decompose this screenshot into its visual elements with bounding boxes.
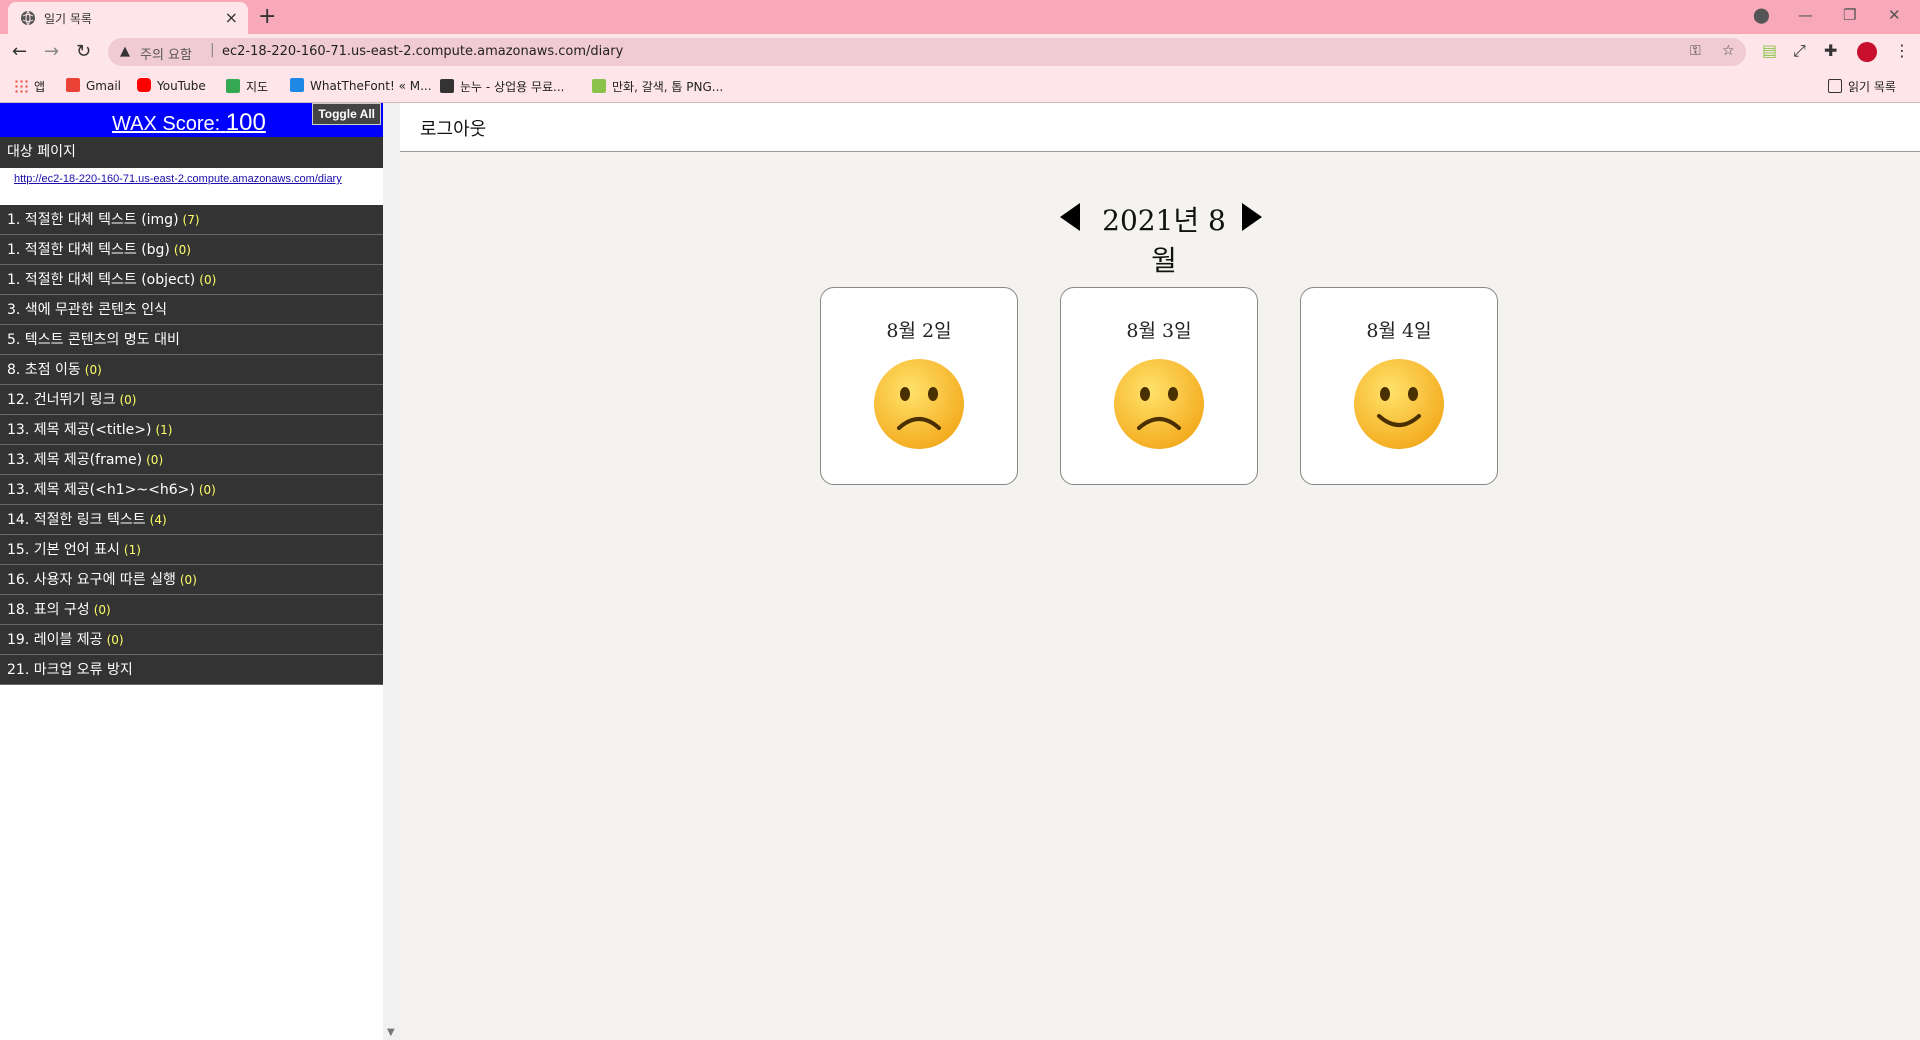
wax-item-frame[interactable]: 13. 제목 제공(frame) (0) (0, 445, 383, 475)
page-header: 로그아웃 (400, 103, 1920, 152)
diary-entry-card[interactable]: 8월 4일 (1300, 287, 1498, 485)
wax-item-table[interactable]: 18. 표의 구성 (0) (0, 595, 383, 625)
diary-page: 로그아웃 2021년 8월 8월 2일 8월 3일 8월 4일 (400, 103, 1920, 1040)
logout-link[interactable]: 로그아웃 (420, 115, 486, 141)
puzzle-icon[interactable]: ✚ (1824, 41, 1837, 60)
wax-score-link[interactable]: WAX Score: 100 (112, 109, 266, 137)
month-navigation: 2021년 8월 (400, 199, 1920, 277)
url-separator: | (210, 42, 215, 58)
back-icon[interactable]: ← (12, 41, 27, 62)
warning-icon[interactable]: ▲ (120, 44, 130, 59)
minimize-icon[interactable]: — (1798, 6, 1813, 24)
sad-face-icon (1114, 359, 1204, 449)
bookmark-whatthefont[interactable]: WhatTheFont! « M... (290, 78, 432, 93)
avatar[interactable] (1857, 42, 1877, 62)
address-bar[interactable]: ▲ 주의 요함 | ec2-18-220-160-71.us-east-2.co… (108, 38, 1746, 66)
wax-item-user-action[interactable]: 16. 사용자 요구에 따른 실행 (0) (0, 565, 383, 595)
tab-title: 일기 목록 (44, 12, 92, 26)
wax-item-img-alt[interactable]: 1. 적절한 대체 텍스트 (img) (7) (0, 205, 383, 235)
extension-icon[interactable]: ▤ (1762, 41, 1777, 60)
tab-close-icon[interactable]: × (225, 8, 238, 27)
wax-item-contrast[interactable]: 5. 텍스트 콘텐츠의 명도 대비 (0, 325, 383, 355)
png-site-icon (592, 79, 606, 93)
wax-score-value: 100 (225, 109, 266, 136)
wax-item-markup[interactable]: 21. 마크업 오류 방지 (0, 655, 383, 685)
browser-tab-bar: 일기 목록 × + ⬤ — ❐ ✕ (0, 0, 1920, 34)
entry-date: 8월 4일 (1366, 320, 1432, 342)
reload-icon[interactable]: ↻ (76, 41, 91, 62)
wax-item-skip-link[interactable]: 12. 건너뛰기 링크 (0) (0, 385, 383, 415)
toggle-all-button[interactable]: Toggle All (312, 103, 381, 125)
url-text[interactable]: ec2-18-220-160-71.us-east-2.compute.amaz… (222, 44, 623, 59)
target-page-link[interactable]: http://ec2-18-220-160-71.us-east-2.compu… (14, 173, 369, 186)
forward-icon[interactable]: → (44, 41, 59, 62)
wax-item-link-text[interactable]: 14. 적절한 링크 텍스트 (4) (0, 505, 383, 535)
bookmark-apps[interactable]: 앱 (14, 78, 45, 95)
bookmark-youtube[interactable]: YouTube (137, 78, 206, 93)
apps-grid-icon (14, 79, 28, 93)
entry-date: 8월 3일 (1126, 320, 1192, 342)
new-tab-button[interactable]: + (258, 4, 276, 29)
bookmark-noonnu[interactable]: 눈누 - 상업용 무료... (440, 78, 565, 95)
profile-dropdown-icon[interactable]: ⬤ (1753, 6, 1770, 24)
restore-icon[interactable]: ❐ (1843, 6, 1856, 24)
menu-icon[interactable]: ⋮ (1894, 41, 1910, 60)
whatthefont-icon (290, 78, 304, 92)
previous-month-icon[interactable] (1058, 201, 1082, 233)
wax-item-focus[interactable]: 8. 초점 이동 (0) (0, 355, 383, 385)
wax-sidebar: WAX Score: 100 Toggle All 대상 페이지 http://… (0, 103, 383, 1040)
wax-item-color[interactable]: 3. 색에 무관한 콘텐츠 인식 (0, 295, 383, 325)
wax-item-headings[interactable]: 13. 제목 제공(<h1>~<h6>) (0) (0, 475, 383, 505)
diary-entry-card[interactable]: 8월 2일 (820, 287, 1018, 485)
youtube-icon (137, 78, 151, 92)
wax-item-bg-alt[interactable]: 1. 적절한 대체 텍스트 (bg) (0) (0, 235, 383, 265)
key-icon[interactable]: ⚿ (1690, 43, 1701, 59)
maps-icon (226, 79, 240, 93)
scroll-down-icon[interactable]: ▼ (387, 1027, 395, 1038)
expand-icon[interactable]: ⤢ (1793, 41, 1806, 61)
bookmark-maps[interactable]: 지도 (226, 78, 268, 95)
wax-item-title[interactable]: 13. 제목 제공(<title>) (1) (0, 415, 383, 445)
browser-toolbar: ← → ↻ ▲ 주의 요함 | ec2-18-220-160-71.us-eas… (0, 34, 1920, 70)
bookmarks-bar: 앱 Gmail YouTube 지도 WhatTheFont! « M... 눈… (0, 70, 1920, 103)
security-warning[interactable]: 주의 요함 (140, 44, 192, 63)
diary-entry-card[interactable]: 8월 3일 (1060, 287, 1258, 485)
wax-score-header: WAX Score: 100 Toggle All (0, 103, 383, 137)
smile-face-icon (1354, 359, 1444, 449)
current-month: 2021년 8월 (1102, 204, 1226, 277)
entry-date: 8월 2일 (886, 320, 952, 342)
wax-item-object-alt[interactable]: 1. 적절한 대체 텍스트 (object) (0) (0, 265, 383, 295)
sidebar-scrollbar[interactable]: ▼ (383, 103, 400, 1040)
globe-icon (21, 10, 35, 26)
next-month-icon[interactable] (1240, 201, 1264, 233)
browser-tab[interactable]: 일기 목록 × (8, 2, 248, 34)
sad-face-icon (874, 359, 964, 449)
reading-list-button[interactable]: 읽기 목록 (1828, 78, 1896, 95)
gmail-icon (66, 78, 80, 92)
star-icon[interactable]: ☆ (1722, 43, 1735, 59)
noonnu-icon (440, 79, 454, 93)
reading-list-icon (1828, 79, 1842, 93)
wax-item-lang[interactable]: 15. 기본 언어 표시 (1) (0, 535, 383, 565)
bookmark-png[interactable]: 만화, 갈색, 톱 PNG... (592, 78, 723, 95)
target-page-heading: 대상 페이지 (0, 137, 383, 168)
close-window-icon[interactable]: ✕ (1888, 6, 1901, 24)
wax-item-label[interactable]: 19. 레이블 제공 (0) (0, 625, 383, 655)
wax-check-list: 1. 적절한 대체 텍스트 (img) (7) 1. 적절한 대체 텍스트 (bg… (0, 205, 383, 685)
bookmark-gmail[interactable]: Gmail (66, 78, 121, 93)
